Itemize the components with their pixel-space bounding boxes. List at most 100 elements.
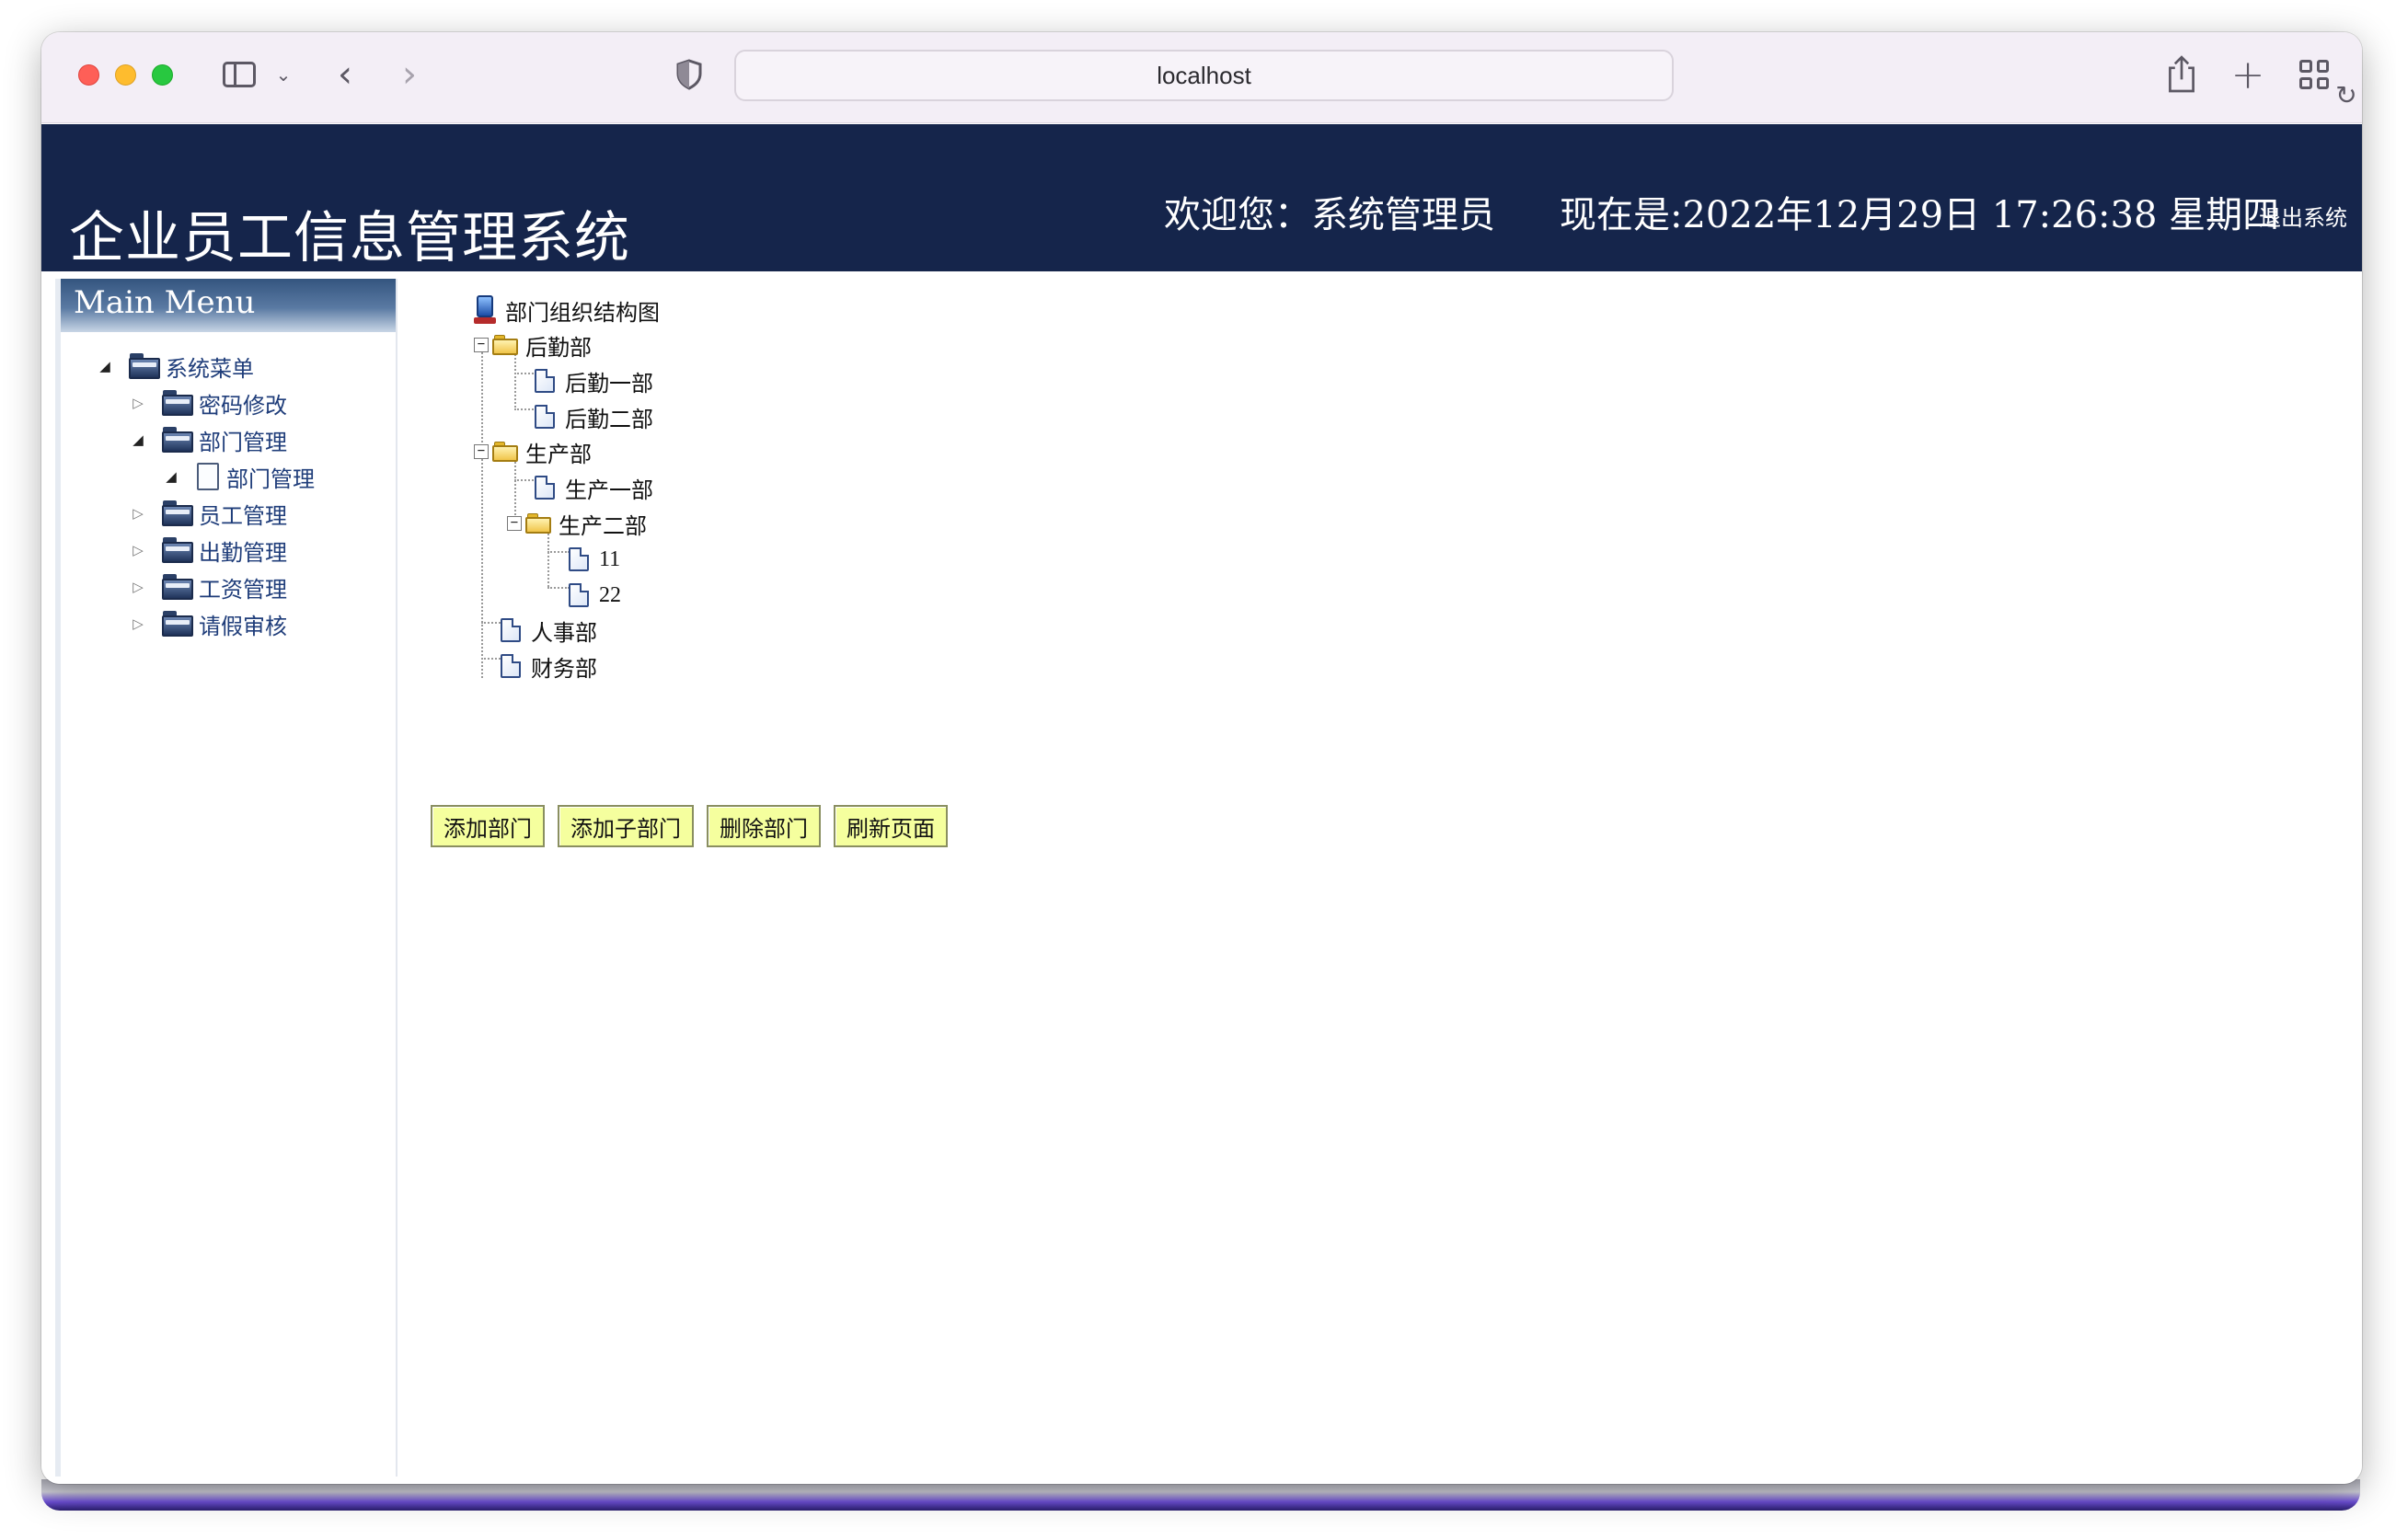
desktop: ⌄ ‹ › localhost ↻ + 企业员工信息管理系统 欢迎您：系统管理员… <box>0 0 2396 1540</box>
tree-node[interactable]: 22 <box>568 580 621 611</box>
menu-item-label: 部门管理 <box>199 431 287 455</box>
folder-icon <box>162 611 195 637</box>
tree-node-label: 生产部 <box>525 442 592 467</box>
close-window-button[interactable] <box>78 64 99 86</box>
tree-guide-line <box>514 354 516 408</box>
menu-item-label: 员工管理 <box>199 504 287 529</box>
tree-node-label: 22 <box>599 582 621 607</box>
tree-guide-line <box>547 534 549 587</box>
menu-item-system[interactable]: ◢ 系统菜单 <box>98 349 254 384</box>
expanded-triangle-icon[interactable]: ◢ <box>164 468 179 485</box>
tree-root-label: 部门组织结构图 <box>505 301 660 326</box>
collapse-toggle-icon[interactable]: − <box>507 516 522 531</box>
tree-node[interactable]: 后勤二部 <box>534 401 653 432</box>
minimize-window-button[interactable] <box>115 64 136 86</box>
refresh-page-button[interactable]: 刷新页面 <box>834 805 948 847</box>
document-icon <box>568 582 590 608</box>
menu-item-leave[interactable]: ▷ 请假审核 <box>131 606 287 641</box>
dock-shadow <box>41 1479 2360 1511</box>
forward-arrow-icon[interactable]: › <box>393 53 426 96</box>
logout-link[interactable]: 退出系统 <box>2259 200 2347 232</box>
menu-item-dept-manage[interactable]: ◢ 部门管理 <box>164 459 315 494</box>
folder-open-icon <box>525 512 553 534</box>
collapsed-triangle-icon[interactable]: ▷ <box>131 542 145 558</box>
tree-node[interactable]: 后勤一部 <box>534 365 653 396</box>
menu-item-label: 工资管理 <box>199 578 287 603</box>
document-icon <box>500 617 522 643</box>
collapsed-triangle-icon[interactable]: ▷ <box>131 579 145 595</box>
collapse-toggle-icon[interactable]: − <box>474 338 489 352</box>
tab-overview-icon[interactable] <box>2298 58 2331 91</box>
file-icon <box>195 462 221 491</box>
folder-open-icon <box>492 334 520 356</box>
document-icon <box>534 404 556 430</box>
menu-item-employee[interactable]: ▷ 员工管理 <box>131 496 287 531</box>
menu-item-label: 系统菜单 <box>166 357 254 382</box>
action-buttons: 添加部门 添加子部门 删除部门 刷新页面 <box>431 805 948 847</box>
expanded-triangle-icon[interactable]: ◢ <box>131 431 145 448</box>
tree-node-label: 后勤一部 <box>565 372 653 396</box>
document-icon <box>568 546 590 572</box>
tree-node[interactable]: − 生产二部 <box>507 508 647 539</box>
sidebar-toggle-icon[interactable] <box>221 60 258 89</box>
welcome-text: 欢迎您：系统管理员 <box>1164 194 1495 236</box>
tree-node-label: 财务部 <box>531 657 597 682</box>
add-sub-dept-button[interactable]: 添加子部门 <box>558 805 694 847</box>
delete-dept-button[interactable]: 删除部门 <box>707 805 821 847</box>
zoom-window-button[interactable] <box>152 64 173 86</box>
address-bar[interactable]: localhost ↻ <box>734 50 2357 110</box>
menu-item-dept[interactable]: ◢ 部门管理 <box>131 422 287 457</box>
menu-item-password[interactable]: ▷ 密码修改 <box>131 385 287 420</box>
folder-icon <box>162 537 195 563</box>
document-icon <box>534 475 556 500</box>
menu-item-salary[interactable]: ▷ 工资管理 <box>131 569 287 604</box>
menu-heading: Main Menu <box>61 279 396 332</box>
chevron-down-icon[interactable]: ⌄ <box>271 60 295 89</box>
folder-icon <box>162 427 195 453</box>
url-text: localhost <box>1157 61 1251 89</box>
new-tab-icon[interactable]: + <box>2229 52 2266 98</box>
tree-node[interactable]: 生产一部 <box>534 472 653 503</box>
privacy-shield-icon[interactable] <box>674 58 704 91</box>
document-icon <box>534 368 556 394</box>
tree-node[interactable]: − 生产部 <box>474 436 592 467</box>
tree-node-label: 生产二部 <box>559 514 647 539</box>
expanded-triangle-icon[interactable]: ◢ <box>98 358 112 374</box>
add-dept-button[interactable]: 添加部门 <box>431 805 545 847</box>
web-page: 企业员工信息管理系统 欢迎您：系统管理员 现在是:2022年12月29日 17:… <box>41 124 2362 1484</box>
folder-icon <box>162 574 195 600</box>
collapsed-triangle-icon[interactable]: ▷ <box>131 615 145 632</box>
tree-node-label: 人事部 <box>531 621 597 646</box>
menu-item-attendance[interactable]: ▷ 出勤管理 <box>131 533 287 568</box>
menu-item-label: 密码修改 <box>199 394 287 419</box>
collapsed-triangle-icon[interactable]: ▷ <box>131 505 145 522</box>
tree-guide-line <box>547 551 570 553</box>
computer-icon <box>474 295 498 325</box>
tree-guide-line <box>481 345 483 678</box>
tree-node[interactable]: 财务部 <box>500 650 597 682</box>
share-icon[interactable] <box>2163 52 2200 97</box>
back-arrow-icon[interactable]: ‹ <box>328 53 362 96</box>
folder-open-icon <box>492 441 520 463</box>
collapse-toggle-icon[interactable]: − <box>474 444 489 459</box>
menu-item-label: 部门管理 <box>226 467 315 492</box>
tree-node[interactable]: 11 <box>568 544 620 575</box>
menu-item-label: 出勤管理 <box>199 541 287 566</box>
tree-node-label: 生产一部 <box>565 478 653 503</box>
tree-node[interactable]: 人事部 <box>500 615 597 646</box>
header-banner: 企业员工信息管理系统 欢迎您：系统管理员 现在是:2022年12月29日 17:… <box>41 124 2362 271</box>
collapsed-triangle-icon[interactable]: ▷ <box>131 395 145 411</box>
folder-icon <box>162 500 195 526</box>
menu-item-label: 请假审核 <box>199 615 287 639</box>
tree-root[interactable]: 部门组织结构图 <box>474 294 660 326</box>
browser-window: ⌄ ‹ › localhost ↻ + 企业员工信息管理系统 欢迎您：系统管理员… <box>41 32 2362 1484</box>
tree-node-label: 后勤部 <box>525 336 592 361</box>
datetime-text: 现在是:2022年12月29日 17:26:38 星期四 <box>1560 194 2280 236</box>
system-title: 企业员工信息管理系统 <box>69 206 630 270</box>
folder-icon <box>162 390 195 416</box>
browser-toolbar: ⌄ ‹ › localhost ↻ + <box>41 32 2362 123</box>
tree-node-label: 后勤二部 <box>565 408 653 432</box>
tree-guide-line <box>547 587 570 589</box>
reload-icon[interactable]: ↻ <box>2331 79 2362 110</box>
tree-node[interactable]: − 后勤部 <box>474 329 592 361</box>
